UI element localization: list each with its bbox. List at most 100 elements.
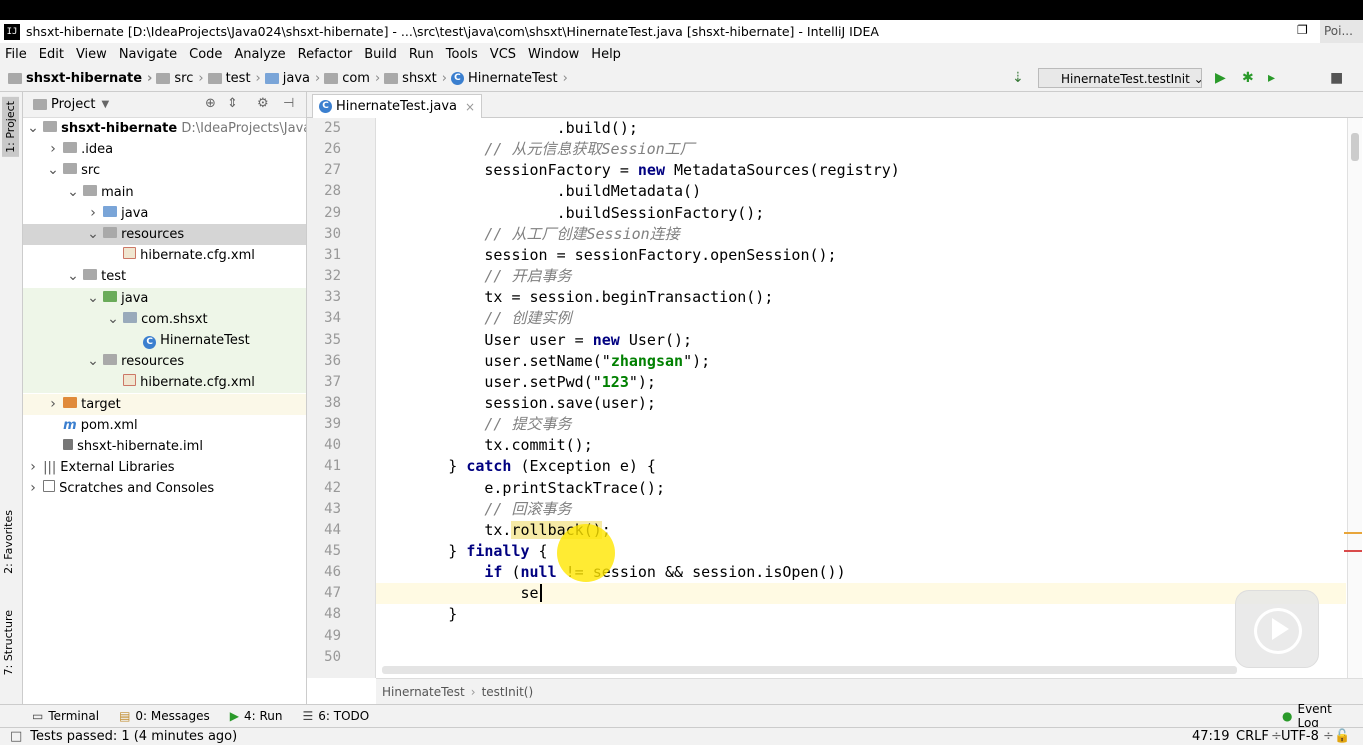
tree-item[interactable]: ⌄ resources <box>23 224 306 245</box>
video-play-button[interactable] <box>1235 590 1319 668</box>
tree-item[interactable]: ⌄ shsxt-hibernate D:\IdeaProjects\Java02… <box>23 118 306 139</box>
tab-project[interactable]: 1: Project <box>2 97 19 157</box>
tree-item[interactable]: › target <box>23 393 306 415</box>
restore-window-icon[interactable]: ❐ <box>1297 23 1308 37</box>
tree-item[interactable]: C HinernateTest <box>23 330 306 351</box>
tree-item[interactable]: hibernate.cfg.xml <box>23 372 306 394</box>
tree-item[interactable]: ⌄ main <box>23 182 306 203</box>
code-line[interactable]: // 回滚事务 <box>376 499 1346 520</box>
code-line[interactable]: } <box>376 604 1346 625</box>
tool-terminal[interactable]: ▭ Terminal <box>32 709 99 723</box>
code-line[interactable]: } catch (Exception e) { <box>376 456 1346 477</box>
tree-item[interactable]: › Scratches and Consoles <box>23 478 306 499</box>
crumb-com[interactable]: com › <box>324 71 380 86</box>
code-line[interactable]: session = sessionFactory.openSession(); <box>376 245 1346 266</box>
chevron-down-icon[interactable]: ⌄ <box>87 224 99 245</box>
code-line[interactable]: se <box>376 583 1346 605</box>
code-line[interactable]: User user = new User(); <box>376 330 1346 351</box>
chevron-right-icon[interactable]: › <box>87 203 99 224</box>
crumb-java[interactable]: java › <box>264 71 320 86</box>
menu-vcs[interactable]: VCS <box>484 47 522 62</box>
code-line[interactable]: // 提交事务 <box>376 414 1346 435</box>
crumb-method[interactable]: testInit() <box>482 685 534 699</box>
menu-help[interactable]: Help <box>585 47 627 62</box>
code-line[interactable] <box>376 647 1346 668</box>
vertical-scrollbar[interactable] <box>1344 118 1362 678</box>
code-line[interactable]: e.printStackTrace(); <box>376 478 1346 499</box>
code-line[interactable]: if (null != session && session.isOpen()) <box>376 562 1346 583</box>
code-line[interactable]: sessionFactory = new MetadataSources(reg… <box>376 160 1346 181</box>
file-encoding[interactable]: UTF-8 <box>1281 729 1319 744</box>
chevron-down-icon[interactable]: ⌄ <box>47 160 59 181</box>
crumb-src[interactable]: src › <box>156 71 204 86</box>
chevron-down-icon[interactable]: ⌄ <box>87 351 99 372</box>
build-icon[interactable]: ⇣ <box>1012 70 1024 86</box>
horizontal-scrollbar[interactable] <box>382 666 1237 674</box>
code-line[interactable]: .buildSessionFactory(); <box>376 203 1346 224</box>
chevron-right-icon[interactable]: › <box>27 457 39 478</box>
code-line[interactable]: tx.rollback(); <box>376 520 1346 541</box>
locate-icon[interactable]: ⊕ <box>205 96 216 111</box>
tab-hinernatetest[interactable]: C HinernateTest.java × <box>312 94 483 118</box>
chevron-right-icon[interactable]: › <box>27 478 39 499</box>
tree-item[interactable]: › ||| External Libraries <box>23 457 306 478</box>
crumb-class-name[interactable]: HinernateTest <box>382 685 465 699</box>
code-line[interactable]: user.setPwd("123"); <box>376 372 1346 393</box>
gear-icon[interactable]: ⚙ <box>257 96 269 111</box>
run-config-select[interactable]: HinernateTest.testInit ⌄ <box>1038 68 1202 88</box>
menu-code[interactable]: Code <box>183 47 228 62</box>
tool-run[interactable]: ▶ 4: Run <box>230 709 283 723</box>
code-line[interactable]: user.setName("zhangsan"); <box>376 351 1346 372</box>
chevron-down-icon[interactable]: ⌄ <box>107 309 119 330</box>
side-tab-poi[interactable]: Poi... <box>1320 20 1363 43</box>
tool-messages[interactable]: ▤ 0: Messages <box>119 709 210 723</box>
chevron-down-icon[interactable]: ⌄ <box>27 118 39 139</box>
status-message[interactable]: Tests passed: 1 (4 minutes ago) <box>30 729 237 744</box>
tool-todo[interactable]: ☰ 6: TODO <box>303 709 370 723</box>
tree-item[interactable]: › java <box>23 203 306 224</box>
hide-icon[interactable]: ⊣ <box>283 96 294 111</box>
tree-item[interactable]: › .idea <box>23 139 306 160</box>
crumb-test[interactable]: test › <box>207 71 261 86</box>
menu-view[interactable]: View <box>70 47 113 62</box>
code-editor[interactable]: .build(); // 从元信息获取Session工厂 sessionFact… <box>376 118 1346 678</box>
stop-icon[interactable]: ■ <box>1330 70 1343 86</box>
tree-item[interactable]: ⌄ src <box>23 160 306 181</box>
run-icon[interactable]: ▶ <box>1215 70 1226 86</box>
menu-refactor[interactable]: Refactor <box>292 47 359 62</box>
code-line[interactable]: } finally { <box>376 541 1346 562</box>
code-line[interactable]: session.save(user); <box>376 393 1346 414</box>
chevron-right-icon[interactable]: › <box>47 394 59 415</box>
menu-build[interactable]: Build <box>358 47 403 62</box>
tree-item[interactable]: ⌄ resources <box>23 351 306 373</box>
chevron-down-icon[interactable]: ⌄ <box>87 288 99 309</box>
menu-edit[interactable]: Edit <box>33 47 70 62</box>
code-line[interactable] <box>376 626 1346 647</box>
code-line[interactable]: tx = session.beginTransaction(); <box>376 287 1346 308</box>
menu-tools[interactable]: Tools <box>440 47 484 62</box>
tree-item[interactable]: hibernate.cfg.xml <box>23 245 306 266</box>
chevron-down-icon[interactable]: ⌄ <box>67 182 79 203</box>
tree-item[interactable]: ⌄ com.shsxt <box>23 308 306 330</box>
code-line[interactable]: // 从工厂创建Session连接 <box>376 224 1346 245</box>
lock-icon[interactable]: 🔓 <box>1334 729 1350 744</box>
menu-navigate[interactable]: Navigate <box>113 47 183 62</box>
close-icon[interactable]: × <box>465 100 475 114</box>
code-line[interactable]: // 从元信息获取Session工厂 <box>376 139 1346 160</box>
chevron-down-icon[interactable]: ⌄ <box>67 266 79 287</box>
code-line[interactable]: .buildMetadata() <box>376 181 1346 202</box>
tab-favorites[interactable]: 2: Favorites <box>2 510 15 574</box>
tool-event-log[interactable]: ● Event Log <box>1282 702 1353 730</box>
crumb-shsxt[interactable]: shsxt › <box>384 71 447 86</box>
tree-item[interactable]: shsxt-hibernate.iml <box>23 436 306 457</box>
debug-icon[interactable]: ✱ <box>1242 70 1254 86</box>
project-panel-title[interactable]: Project <box>51 97 95 112</box>
code-line[interactable]: .build(); <box>376 118 1346 139</box>
caret-position[interactable]: 47:19 <box>1192 729 1229 744</box>
chevron-right-icon[interactable]: › <box>47 139 59 160</box>
menu-analyze[interactable]: Analyze <box>228 47 291 62</box>
crumb-project[interactable]: shsxt-hibernate › <box>8 71 152 86</box>
collapse-icon[interactable]: ⇕ <box>227 96 238 111</box>
tree-item[interactable]: ⌄ test <box>23 266 306 287</box>
tab-structure[interactable]: 7: Structure <box>2 610 15 675</box>
